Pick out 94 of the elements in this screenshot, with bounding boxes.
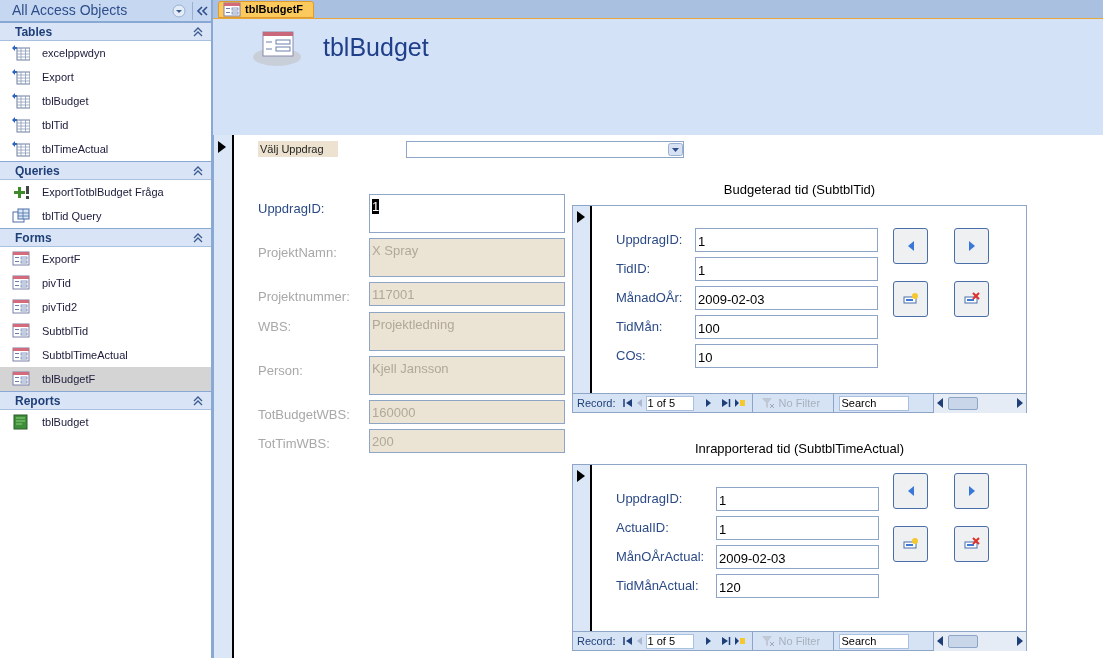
- record-position-field[interactable]: 1 of 5: [645, 633, 694, 649]
- first-record-icon[interactable]: [621, 635, 634, 647]
- collapse-icon[interactable]: [193, 395, 203, 406]
- linked-table-icon: [12, 69, 30, 85]
- filter-icon: [760, 635, 775, 647]
- right-arrow-icon: [968, 486, 975, 496]
- delete-record-button[interactable]: [954, 281, 989, 317]
- report-icon: [12, 414, 30, 430]
- field-label: UppdragID:: [616, 231, 684, 250]
- text-field[interactable]: 1: [716, 487, 879, 511]
- text-field[interactable]: 10: [695, 344, 878, 368]
- collapse-icon[interactable]: [193, 26, 203, 37]
- field-label: MånOÅrActual:: [616, 548, 706, 567]
- new-record-button[interactable]: [893, 281, 928, 317]
- last-record-icon[interactable]: [719, 635, 732, 647]
- text-field[interactable]: 1: [716, 516, 879, 540]
- text-field[interactable]: 1: [695, 257, 878, 281]
- new-record-icon[interactable]: [733, 397, 746, 409]
- new-record-icon: [902, 292, 919, 306]
- scroll-left-icon[interactable]: [936, 398, 943, 408]
- scroll-right-icon[interactable]: [1017, 398, 1023, 408]
- text-field[interactable]: 120: [716, 574, 879, 598]
- dropdown-icon[interactable]: [668, 142, 683, 156]
- dropdown-icon[interactable]: [172, 3, 186, 18]
- first-record-icon[interactable]: [621, 397, 634, 409]
- subform-title: Inrapporterad tid (SubtblTimeActual): [693, 440, 906, 458]
- form-icon: [223, 2, 241, 17]
- field-label: COs:: [616, 347, 647, 366]
- field-label: MånadOÅr:: [616, 289, 684, 308]
- record-selector-icon[interactable]: [577, 211, 585, 223]
- form-icon: [12, 347, 30, 363]
- right-arrow-icon: [968, 241, 975, 251]
- linked-table-icon: [12, 45, 30, 61]
- text-field[interactable]: 1: [369, 194, 565, 233]
- new-record-button[interactable]: [893, 526, 928, 562]
- field-label: Projektnummer:: [258, 288, 351, 306]
- text-field[interactable]: 2009-02-03: [716, 545, 879, 569]
- field-label: ProjektNamn:: [258, 244, 338, 262]
- field-label: TidMånActual:: [616, 577, 700, 596]
- combo-label: Välj Uppdrag: [258, 140, 338, 158]
- form-icon: [12, 251, 30, 267]
- linked-table-icon: [12, 117, 30, 133]
- form-icon: [12, 371, 30, 387]
- horizontal-scrollbar[interactable]: [933, 393, 1026, 413]
- document-tab[interactable]: tblBudgetF: [218, 1, 315, 18]
- new-record-icon: [902, 537, 919, 551]
- delete-record-icon: [963, 292, 980, 306]
- record-position-field[interactable]: 1 of 5: [645, 395, 694, 411]
- text-field[interactable]: 1: [695, 228, 878, 252]
- field-label: TidID:: [616, 260, 652, 279]
- form-icon: [12, 299, 30, 315]
- nav-item[interactable]: tblBudgetF: [0, 367, 211, 391]
- field-label: Person:: [258, 361, 304, 380]
- record-label: Record:: [576, 395, 617, 411]
- next-record-button[interactable]: [954, 228, 989, 264]
- horizontal-scrollbar[interactable]: [933, 631, 1026, 651]
- record-selector-icon[interactable]: [218, 141, 226, 153]
- text-field[interactable]: 100: [695, 315, 878, 339]
- field-label: UppdragID:: [616, 490, 684, 509]
- linked-table-icon: [12, 141, 30, 157]
- field-label: TidMån:: [616, 318, 664, 337]
- record-label: Record:: [576, 633, 617, 649]
- delete-record-button[interactable]: [954, 526, 989, 562]
- left-arrow-icon: [907, 241, 914, 251]
- field-label: ActualID:: [616, 519, 670, 538]
- scroll-left-icon[interactable]: [936, 636, 943, 646]
- linked-table-icon: [12, 93, 30, 109]
- previous-record-button[interactable]: [893, 228, 928, 264]
- field-label: TotBudgetWBS:: [258, 405, 351, 424]
- record-selector-icon[interactable]: [577, 470, 585, 482]
- field-label: TotTimWBS:: [258, 435, 331, 453]
- field-label: UppdragID:: [258, 200, 326, 218]
- form-title: tblBudget: [323, 32, 429, 64]
- last-record-icon[interactable]: [719, 397, 732, 409]
- left-arrow-icon: [907, 486, 914, 496]
- scroll-right-icon[interactable]: [1017, 636, 1023, 646]
- new-record-icon[interactable]: [733, 635, 746, 647]
- delete-record-icon: [963, 537, 980, 551]
- text-field[interactable]: 2009-02-03: [695, 286, 878, 310]
- collapse-icon[interactable]: [193, 232, 203, 243]
- scroll-thumb[interactable]: [948, 634, 979, 648]
- form-icon: [12, 275, 30, 291]
- form-icon: [12, 323, 30, 339]
- previous-record-button[interactable]: [893, 473, 928, 509]
- collapse-icon[interactable]: [193, 165, 203, 176]
- query-icon: [12, 208, 30, 224]
- search-field[interactable]: Search: [838, 395, 909, 411]
- field-label: WBS:: [258, 317, 293, 336]
- next-record-button[interactable]: [954, 473, 989, 509]
- search-field[interactable]: Search: [838, 633, 909, 649]
- filter-icon: [760, 397, 775, 409]
- append-query-icon: [12, 184, 30, 200]
- subform-title: Budgeterad tid (SubtblTid): [722, 181, 877, 199]
- scroll-thumb[interactable]: [948, 396, 979, 410]
